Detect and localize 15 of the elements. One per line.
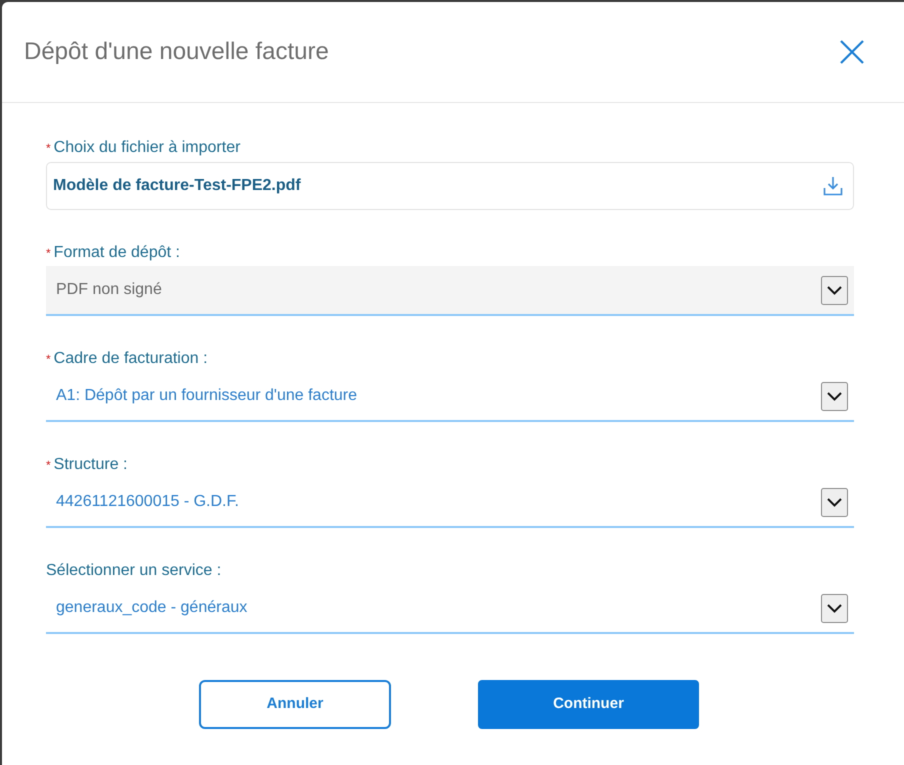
field-label: * Format de dépôt : (46, 243, 181, 263)
chevron-down-icon[interactable] (821, 594, 848, 622)
field-label: * Structure : (46, 455, 128, 475)
chevron-down-icon[interactable] (821, 382, 848, 410)
file-field[interactable]: Modèle de facture-Test-FPE2.pdf (46, 162, 854, 210)
field-label: * Choix du fichier à importer (46, 138, 242, 158)
continue-button[interactable]: Continuer (478, 680, 699, 729)
field-label: Sélectionner un service : (46, 561, 222, 581)
chevron-down-icon[interactable] (821, 488, 848, 516)
dialog-title: Dépôt d'une nouvelle facture (24, 37, 329, 67)
cancel-button[interactable]: Annuler (199, 680, 391, 729)
field-label: * Cadre de facturation : (46, 349, 209, 369)
close-icon[interactable] (840, 40, 864, 64)
download-icon[interactable] (823, 176, 843, 196)
file-name: Modèle de facture-Test-FPE2.pdf (53, 176, 301, 196)
